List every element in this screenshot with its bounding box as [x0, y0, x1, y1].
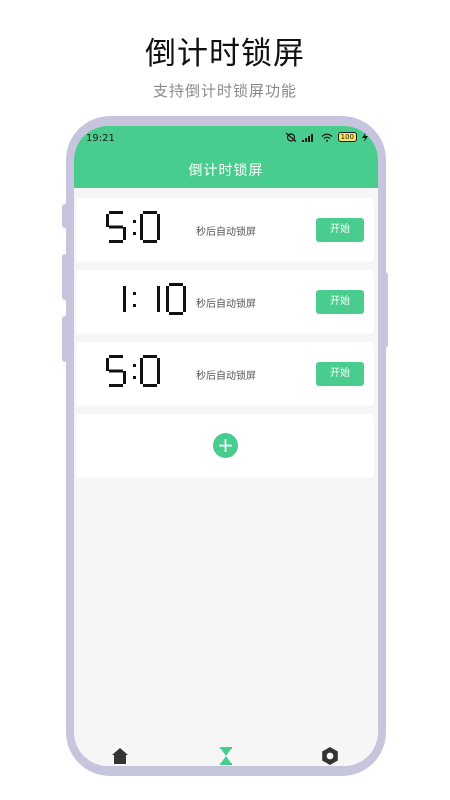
alarm-off-icon: [285, 132, 297, 142]
home-icon[interactable]: [110, 746, 130, 766]
tab-bar: [74, 738, 378, 766]
side-button: [62, 316, 68, 362]
digit-segment: [140, 227, 143, 240]
digit-segment: [109, 211, 123, 214]
digit-segment: [109, 384, 123, 387]
timer-digits: 5:0: [106, 211, 160, 243]
colon-dot: [133, 232, 136, 235]
digit-segment: [157, 214, 160, 227]
promo-subtitle: 支持倒计时锁屏功能: [152, 82, 297, 100]
digit-segment: [109, 369, 123, 373]
digit-segment: [140, 358, 143, 371]
digit-segment: [123, 227, 126, 240]
timer-digits: 1:10: [106, 283, 186, 315]
digit-segment: [123, 286, 126, 299]
digit-segment: [166, 286, 169, 299]
digit-segment: [143, 355, 157, 358]
start-button[interactable]: 开始: [316, 218, 364, 242]
digit-segment: [109, 355, 123, 358]
header-title: 倒计时锁屏: [188, 163, 264, 179]
digit-segment: [169, 283, 183, 286]
digit-segment: [123, 299, 126, 312]
timer-digits: 5:0: [106, 355, 160, 387]
digit-segment: [143, 240, 157, 243]
digit-segment: [140, 371, 143, 384]
wifi-icon: [321, 133, 333, 142]
start-button[interactable]: 开始: [316, 362, 364, 386]
digit-segment: [106, 358, 109, 371]
settings-icon[interactable]: [320, 746, 340, 766]
digit-segment: [157, 286, 160, 299]
status-time: 19:21: [86, 133, 115, 144]
phone-screen: 19:21 100 倒计时锁屏 5:0 秒后自动锁屏 开始 1:10 秒后自动锁…: [74, 126, 378, 766]
colon-dot: [133, 304, 136, 307]
digit-segment: [109, 240, 123, 243]
app-header: 19:21 100 倒计时锁屏: [74, 126, 378, 188]
hourglass-icon[interactable]: [216, 746, 236, 766]
power-button: [382, 272, 388, 348]
digit-segment: [157, 371, 160, 384]
digit-segment: [157, 299, 160, 312]
add-timer-button[interactable]: +: [213, 433, 238, 458]
digit-segment: [157, 227, 160, 240]
digit-segment: [169, 312, 183, 315]
digit-segment: [123, 371, 126, 384]
add-timer-card: +: [76, 414, 374, 478]
start-button[interactable]: 开始: [316, 290, 364, 314]
digit-segment: [143, 384, 157, 387]
digit-segment: [140, 214, 143, 227]
colon-dot: [133, 220, 136, 223]
timer-card: 1:10 秒后自动锁屏 开始: [76, 270, 374, 334]
colon-dot: [133, 376, 136, 379]
digit-segment: [183, 299, 186, 312]
battery-icon: 100: [337, 132, 357, 142]
timer-label: 秒后自动锁屏: [196, 299, 256, 310]
timer-card: 5:0 秒后自动锁屏 开始: [76, 342, 374, 406]
timer-value-text: 1:10: [106, 283, 109, 284]
promo-title: 倒计时锁屏: [145, 36, 305, 72]
timer-value-text: 5:0: [106, 355, 108, 356]
volume-down-button: [62, 254, 68, 300]
digit-segment: [109, 225, 123, 229]
colon-dot: [133, 364, 136, 367]
digit-segment: [157, 358, 160, 371]
signal-icon: [301, 133, 313, 142]
timer-label: 秒后自动锁屏: [196, 227, 256, 238]
status-icons: 100: [285, 132, 368, 142]
timer-value-text: 5:0: [106, 211, 108, 212]
digit-segment: [143, 211, 157, 214]
timer-label: 秒后自动锁屏: [196, 371, 256, 382]
colon-dot: [133, 292, 136, 295]
digit-segment: [106, 214, 109, 227]
digit-segment: [183, 286, 186, 299]
volume-up-button: [62, 204, 68, 228]
digit-segment: [166, 299, 169, 312]
timer-card: 5:0 秒后自动锁屏 开始: [76, 198, 374, 262]
charging-icon: [362, 132, 368, 142]
